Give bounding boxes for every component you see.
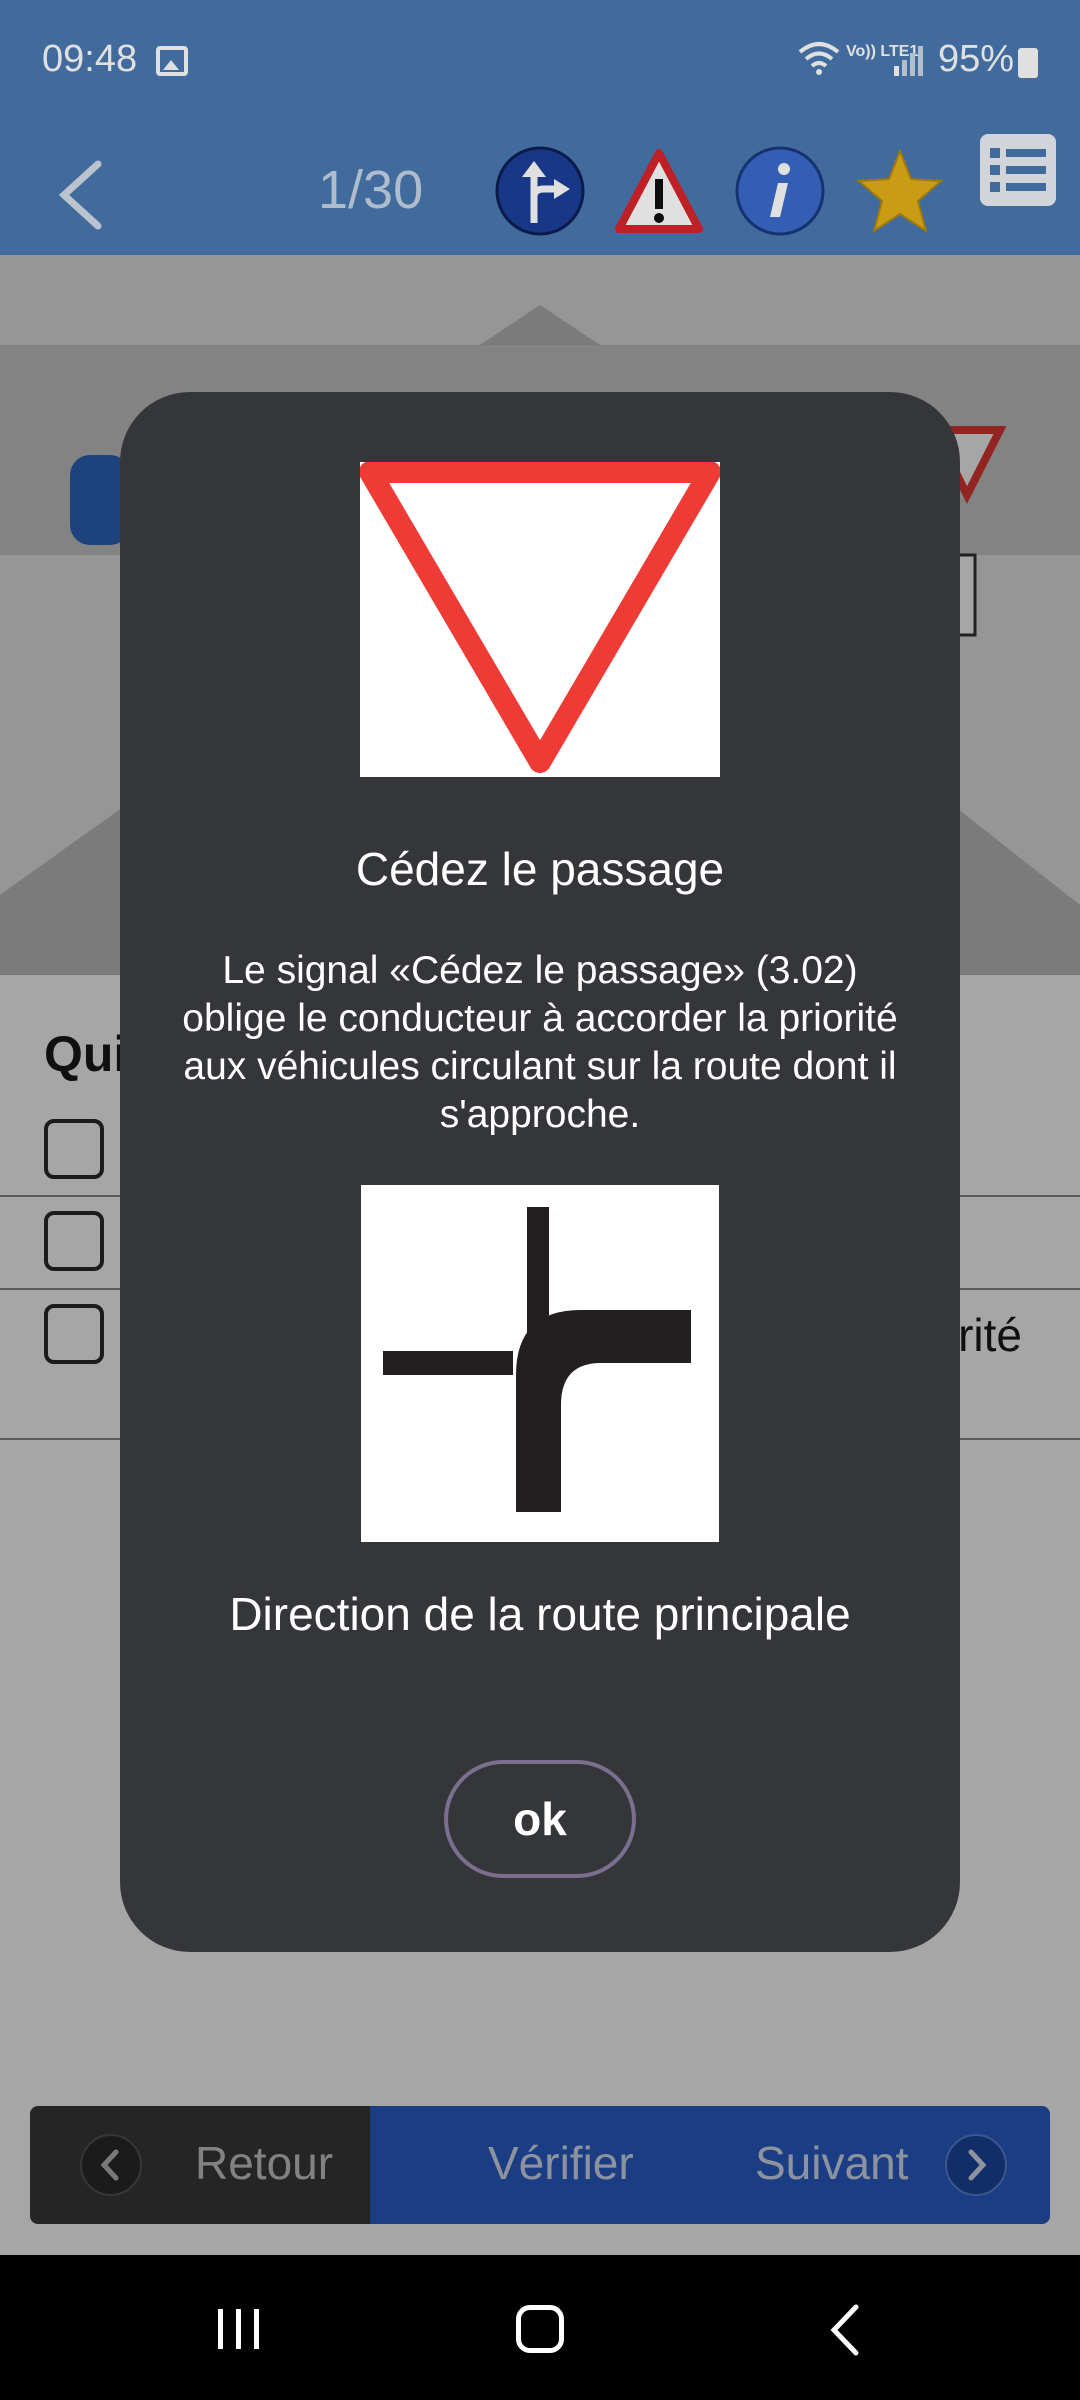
sign-title: Cédez le passage: [355, 843, 725, 895]
header-dim-overlay: [0, 0, 1080, 255]
ok-button[interactable]: ok: [444, 1760, 636, 1878]
yield-sign-image: [359, 461, 721, 777]
system-back-icon[interactable]: [826, 2303, 862, 2357]
home-icon[interactable]: [516, 2305, 564, 2353]
recents-icon[interactable]: [214, 2305, 264, 2353]
main-road-direction-icon: [383, 1207, 691, 1512]
yield-sign-icon: [359, 461, 721, 773]
system-nav-bar: [0, 2255, 1080, 2400]
main-road-direction-image: [361, 1185, 719, 1542]
sign-description: Le signal «Cédez le passage» (3.02) obli…: [182, 949, 898, 1136]
sign-info-modal: Cédez le passage Le signal «Cédez le pas…: [120, 392, 960, 1952]
road-sign-title: Direction de la route principale: [229, 1588, 851, 1640]
